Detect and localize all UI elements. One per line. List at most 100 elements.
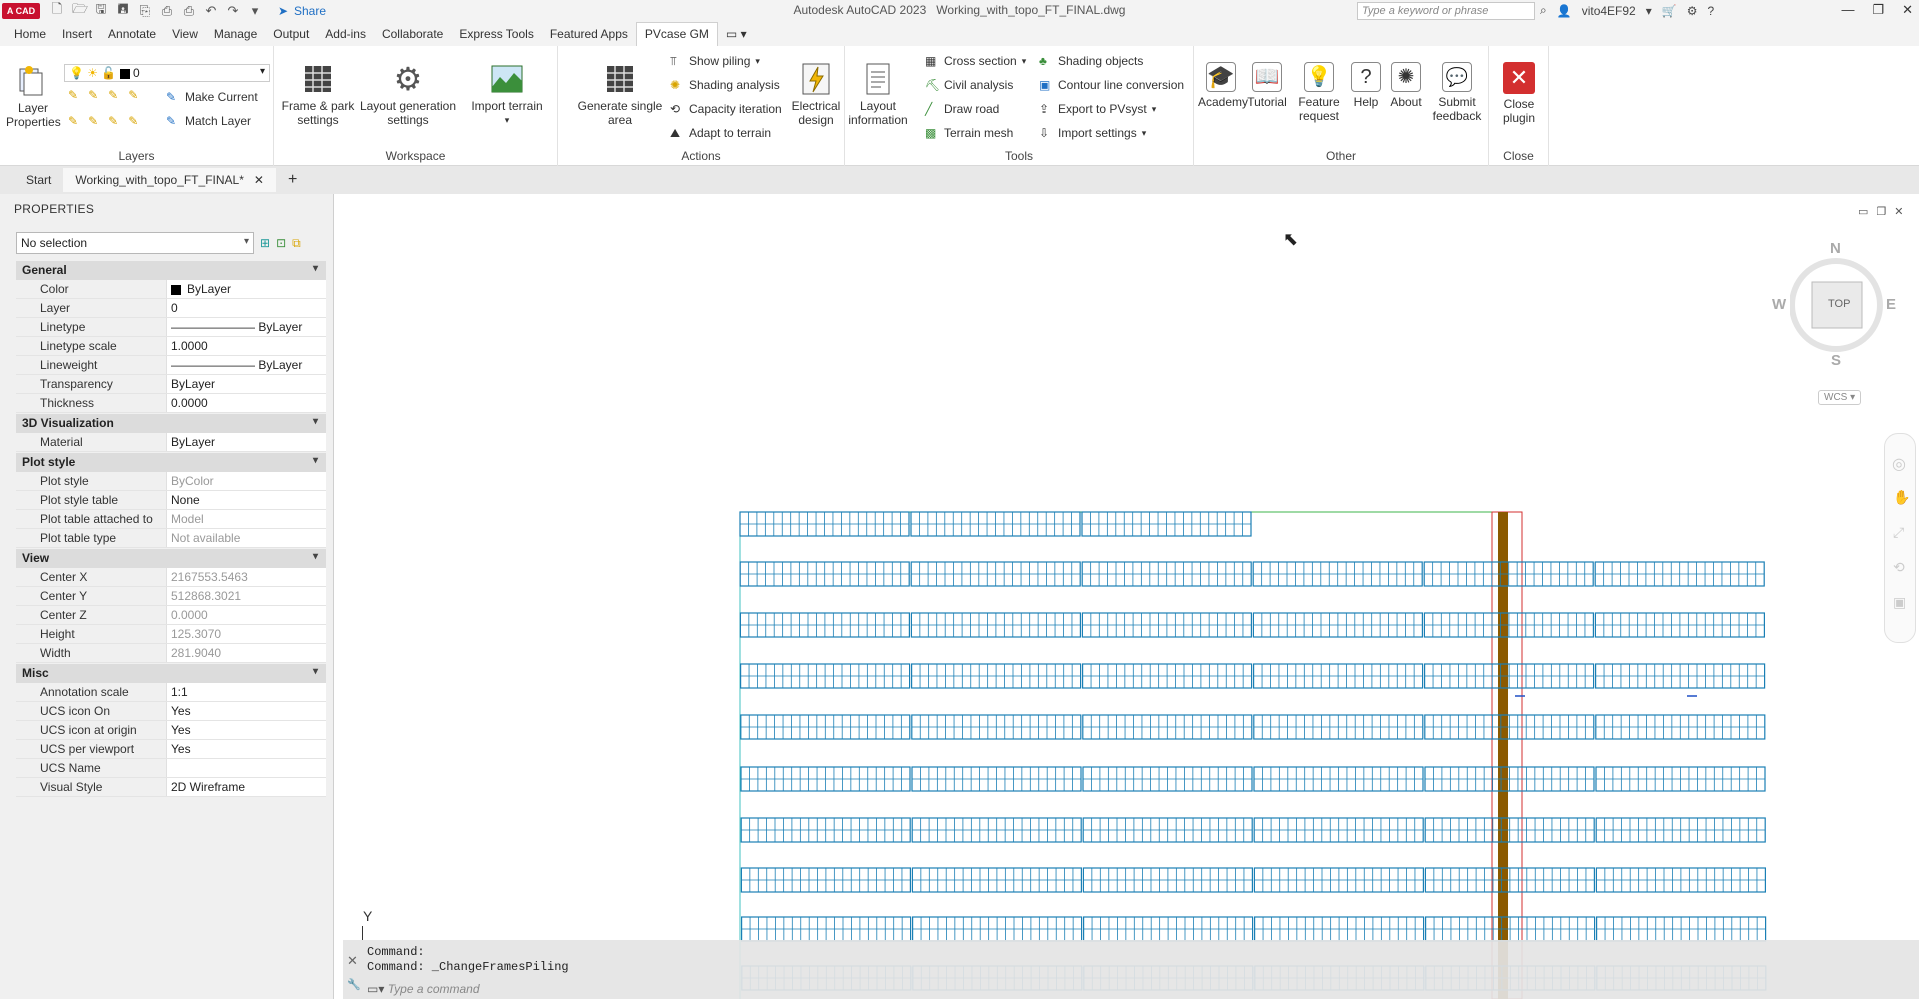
toggle-pickadd-icon[interactable]: ⊞ [260,236,270,250]
compass-west[interactable]: W [1772,296,1786,313]
show-piling-button[interactable]: ⫪ Show piling ▾ [670,54,760,68]
pv-table[interactable] [1082,766,1253,792]
property-row[interactable]: Annotation scale 1:1 [16,683,326,702]
autocad-logo[interactable]: A CAD [2,3,40,19]
pv-table[interactable] [911,916,1083,942]
pv-table[interactable] [910,612,1082,638]
property-row[interactable]: Plot table type Not available [16,529,326,548]
tab-insert[interactable]: Insert [54,23,100,46]
viewport-restore-icon[interactable]: ❐ [1876,205,1886,218]
pv-table[interactable] [740,663,911,689]
pv-table[interactable] [1423,612,1595,638]
property-row[interactable]: Plot table attached to Model [16,510,326,529]
layer-walk-icon[interactable]: ✎ [68,114,78,128]
layer-unisolate-icon[interactable]: ✎ [108,88,118,102]
property-row[interactable]: Center Z 0.0000 [16,606,326,625]
pv-table[interactable] [1595,817,1766,843]
property-value[interactable]: 1.0000 [166,337,326,355]
close-command-line-icon[interactable]: ✕ [347,954,358,969]
layer-properties-button[interactable]: Layer Properties [6,64,61,129]
pv-table[interactable] [1081,561,1252,587]
cross-section-button[interactable]: ▦ Cross section ▾ [925,54,1026,68]
layer-isolate-icon[interactable]: ✎ [88,88,98,102]
tab-output[interactable]: Output [265,23,317,46]
adapt-to-terrain-button[interactable]: ⛰ Adapt to terrain [670,126,771,140]
shading-objects-button[interactable]: ♣ Shading objects [1039,54,1143,68]
frame-park-settings-button[interactable]: Frame & park settings [278,62,358,127]
property-value[interactable]: ——————— ByLayer [166,356,326,374]
pv-table[interactable] [1423,561,1594,587]
tab-view[interactable]: View [164,23,206,46]
user-dropdown-icon[interactable]: ▾ [1646,4,1652,18]
new-tab-button[interactable]: + [276,166,309,194]
pv-table[interactable] [1595,867,1767,893]
close-window-icon[interactable]: ✕ [1902,2,1913,18]
tab-home[interactable]: Home [6,23,54,46]
pv-table[interactable] [740,714,911,740]
pv-table[interactable] [1253,916,1425,942]
selection-dropdown[interactable]: No selection [16,232,254,254]
layer-off-icon[interactable]: ✎ [68,88,78,102]
pv-table[interactable] [1253,714,1424,740]
property-row[interactable]: Visual Style 2D Wireframe [16,778,326,797]
property-value[interactable]: ByLayer [166,280,326,298]
share-button[interactable]: ➤ Share [276,4,326,18]
property-row[interactable]: Height 125.3070 [16,625,326,644]
property-row[interactable]: Lineweight ——————— ByLayer [16,356,326,375]
pv-table[interactable] [1594,612,1766,638]
save-icon[interactable]: 🖫 [94,0,108,22]
pv-table[interactable] [1082,714,1253,740]
pv-table[interactable] [740,817,911,843]
pv-table[interactable] [910,663,1082,689]
orbit-icon[interactable]: ⟲ [1893,559,1905,576]
undo-icon[interactable]: ↶ [204,3,218,19]
user-name[interactable]: vito4EF92 [1582,4,1636,18]
academy-button[interactable]: 🎓 Academy [1198,62,1248,109]
property-value[interactable]: ByLayer [166,433,326,451]
redo-icon[interactable]: ↷ [226,3,240,19]
pv-table[interactable] [910,511,1081,537]
property-row[interactable]: Center X 2167553.5463 [16,568,326,587]
help-icon[interactable]: ? [1707,4,1714,18]
connect-icon[interactable]: ⚙ [1687,4,1698,18]
layout-generation-settings-button[interactable]: ⚙ Layout generation settings [356,62,460,127]
pv-table[interactable] [1253,766,1424,792]
drawing-canvas[interactable] [335,194,1919,999]
civil-analysis-button[interactable]: ⛏ Civil analysis [925,78,1013,92]
tab-start[interactable]: Start [14,168,63,192]
property-value[interactable]: 0.0000 [166,394,326,412]
generate-single-area-button[interactable]: Generate single area [570,62,670,127]
pv-table[interactable] [1082,817,1253,843]
pv-table[interactable] [1081,511,1252,537]
layer-thaw-icon[interactable]: ✎ [108,114,118,128]
about-button[interactable]: ✺ About [1384,62,1428,109]
pv-table[interactable] [1424,766,1595,792]
pv-table[interactable] [1253,817,1424,843]
plot-icon[interactable]: ⎙ [182,3,196,19]
section-general[interactable]: General [16,261,326,280]
tutorial-button[interactable]: 📖 Tutorial [1244,62,1290,109]
tab-annotate[interactable]: Annotate [100,23,164,46]
property-value[interactable]: Yes [166,740,326,758]
pv-table[interactable] [1595,714,1766,740]
pv-table[interactable] [911,766,1082,792]
property-row[interactable]: Layer 0 [16,299,326,318]
property-row[interactable]: UCS per viewport Yes [16,740,326,759]
property-row[interactable]: Material ByLayer [16,433,326,452]
pv-table[interactable] [1424,867,1596,893]
pv-table[interactable] [1081,663,1253,689]
customize-qat-icon[interactable]: ▾ [248,3,262,19]
property-value[interactable]: Yes [166,702,326,720]
section-3d-visualization[interactable]: 3D Visualization [16,414,326,433]
pv-table[interactable] [739,511,910,537]
viewport-close-icon[interactable]: ✕ [1894,205,1903,218]
property-row[interactable]: Thickness 0.0000 [16,394,326,413]
viewcube[interactable]: TOP N S E W WCS ▾ [1772,240,1910,420]
zoom-extents-icon[interactable]: ⤢ [1893,524,1904,541]
restore-icon[interactable]: ❐ [1872,2,1884,18]
import-settings-button[interactable]: ⇩ Import settings ▾ [1039,126,1146,140]
terrain-mesh-button[interactable]: ▩ Terrain mesh [925,126,1013,140]
compass-north[interactable]: N [1830,240,1841,257]
pv-table[interactable] [1595,916,1767,942]
pv-table[interactable] [1594,663,1766,689]
